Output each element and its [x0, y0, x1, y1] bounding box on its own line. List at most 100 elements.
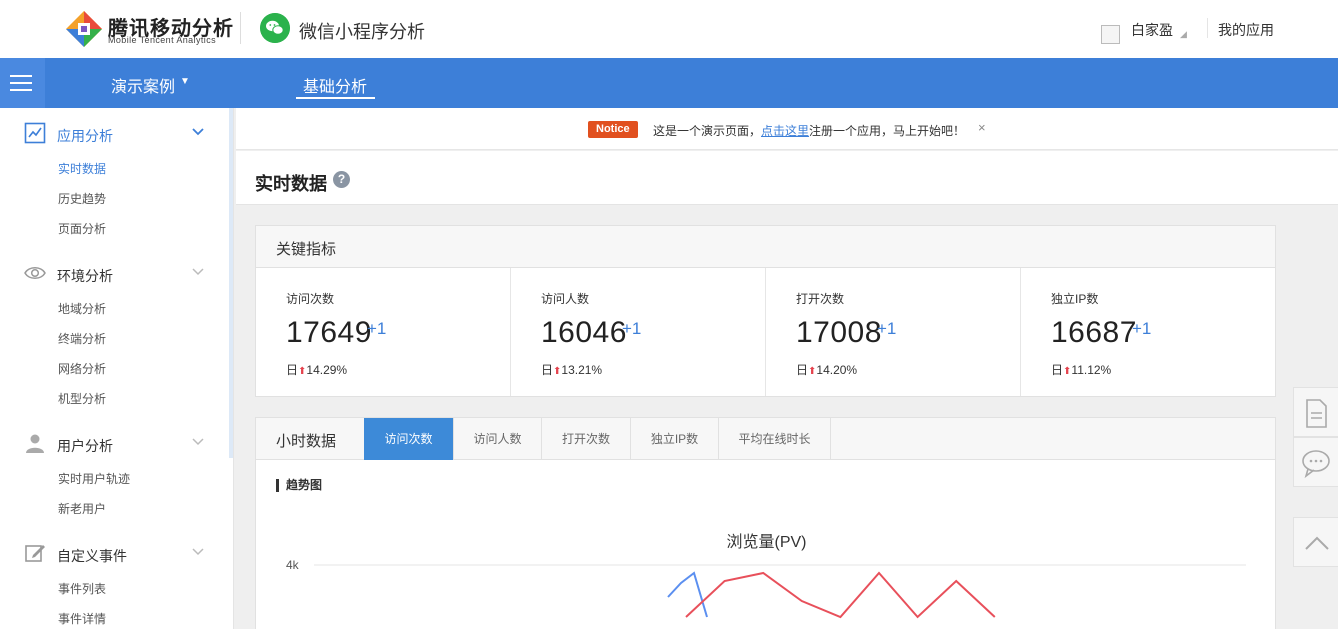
sidebar-section-env-analysis[interactable]: 环境分析: [0, 258, 229, 286]
metric-rate-value: 11.12%: [1071, 363, 1112, 377]
metric-label: 打开次数: [796, 292, 845, 306]
hamburger-line: [10, 89, 32, 91]
metric-rate-value: 14.20%: [816, 363, 858, 377]
user-divider: [1207, 18, 1208, 38]
metric-unique-ip: 独立IP数 16687 +1 日⬆11.12%: [1021, 268, 1276, 396]
close-icon[interactable]: ×: [978, 120, 986, 135]
pv-line-chart: 4k: [286, 558, 1246, 619]
metric-opens: 打开次数 17008 +1 日⬆14.20%: [766, 268, 1021, 396]
metric-rate: 日⬆14.20%: [796, 361, 857, 378]
page-header: 实时数据 ?: [236, 151, 1338, 205]
nav-demo-cases[interactable]: 演示案例: [111, 73, 175, 97]
sidebar-item-terminal[interactable]: 终端分析: [58, 330, 106, 347]
user-caret-icon[interactable]: ◢: [1180, 29, 1187, 40]
sidebar-section-label: 自定义事件: [57, 548, 127, 564]
brand-subtitle: Mobile Tencent Analytics: [108, 35, 216, 45]
sidebar-section-label: 环境分析: [57, 268, 113, 284]
page-title: 实时数据: [255, 174, 327, 194]
sidebar-section-label: 用户分析: [57, 438, 113, 454]
hourly-tabs: 小时数据 访问次数 访问人数 打开次数 独立IP数 平均在线时长: [256, 418, 1275, 460]
notice-badge: Notice: [588, 121, 638, 138]
eye-icon: [24, 267, 46, 279]
my-apps-link[interactable]: 我的应用: [1218, 20, 1274, 40]
avatar[interactable]: [1101, 25, 1120, 44]
help-icon[interactable]: ?: [333, 171, 350, 188]
back-to-top-button[interactable]: [1293, 517, 1338, 567]
sidebar-scrollbar[interactable]: [229, 108, 233, 458]
document-icon: [1306, 399, 1327, 428]
sidebar: 应用分析 实时数据 历史趋势 页面分析 环境分析 地域分析 终端分析 网络分析 …: [0, 108, 234, 629]
chat-icon: [1302, 450, 1330, 479]
tencent-analytics-logo[interactable]: [64, 9, 104, 49]
tab-visitors[interactable]: 访问人数: [454, 418, 542, 460]
sidebar-section-app-analysis[interactable]: 应用分析: [0, 118, 229, 146]
metric-label: 访问人数: [541, 292, 590, 306]
chevron-up-icon: [1305, 536, 1329, 550]
top-header: 腾讯移动分析 Mobile Tencent Analytics 微信小程序分析 …: [0, 0, 1338, 58]
nav-basic-analysis[interactable]: 基础分析: [303, 73, 367, 97]
metric-value: 17649: [286, 316, 372, 349]
user-name[interactable]: 白家盈: [1131, 20, 1173, 40]
notice-text-after: 注册一个应用，马上开始吧！: [809, 124, 966, 138]
wechat-icon: [260, 13, 290, 43]
metric-rate-prefix: 日: [541, 363, 554, 377]
line-chart-icon: [24, 122, 46, 144]
tab-visits[interactable]: 访问次数: [364, 418, 454, 460]
metric-visitors: 访问人数 16046 +1 日⬆13.21%: [511, 268, 766, 396]
sidebar-item-device-model[interactable]: 机型分析: [58, 390, 106, 407]
sidebar-item-event-list[interactable]: 事件列表: [58, 580, 106, 597]
notice-text-before: 这是一个演示页面，: [653, 124, 762, 138]
chevron-down-icon[interactable]: [190, 124, 206, 140]
sidebar-item-user-trace[interactable]: 实时用户轨迹: [58, 470, 130, 487]
key-metrics-header: 关键指标: [256, 226, 1275, 268]
sidebar-item-new-old-users[interactable]: 新老用户: [58, 500, 106, 517]
metric-rate-value: 14.29%: [306, 363, 348, 377]
sidebar-section-custom-events[interactable]: 自定义事件: [0, 538, 229, 566]
header-divider: [240, 12, 241, 44]
chevron-down-icon[interactable]: [190, 264, 206, 280]
key-metrics-card: 关键指标 访问次数 17649 +1 日⬆14.29% 访问人数 16046 +…: [255, 225, 1276, 397]
metric-rate: 日⬆13.21%: [541, 361, 602, 378]
notice-register-link[interactable]: 点击这里: [761, 124, 809, 138]
tab-opens[interactable]: 打开次数: [542, 418, 631, 460]
hourly-title: 小时数据: [276, 433, 337, 450]
sidebar-section-user-analysis[interactable]: 用户分析: [0, 428, 229, 456]
chat-tool-button[interactable]: [1293, 437, 1338, 487]
key-metrics-title: 关键指标: [276, 241, 337, 258]
chevron-down-icon[interactable]: [190, 434, 206, 450]
sidebar-item-page-analysis[interactable]: 页面分析: [58, 220, 106, 237]
metric-value: 17008: [796, 316, 882, 349]
trend-chart-title: 趋势图: [276, 479, 322, 492]
sidebar-item-event-detail[interactable]: 事件详情: [58, 610, 106, 627]
notice-bar: Notice 这是一个演示页面，点击这里注册一个应用，马上开始吧！ ×: [236, 108, 1338, 150]
sidebar-item-region[interactable]: 地域分析: [58, 300, 106, 317]
sidebar-item-network[interactable]: 网络分析: [58, 360, 106, 377]
hamburger-line: [10, 75, 32, 77]
metric-visits: 访问次数 17649 +1 日⬆14.29%: [256, 268, 511, 396]
menu-toggle-button[interactable]: [0, 58, 45, 108]
nav-active-indicator: [296, 97, 375, 99]
metric-delta: +1: [367, 319, 387, 338]
document-tool-button[interactable]: [1293, 387, 1338, 437]
user-icon: [26, 434, 44, 453]
metric-rate-prefix: 日: [286, 363, 299, 377]
metric-rate: 日⬆14.29%: [286, 361, 347, 378]
metric-rate-prefix: 日: [1051, 363, 1064, 377]
notice-text: 这是一个演示页面，点击这里注册一个应用，马上开始吧！: [653, 122, 965, 139]
sidebar-item-realtime[interactable]: 实时数据: [58, 160, 106, 177]
metric-label: 独立IP数: [1051, 292, 1099, 306]
metric-label: 访问次数: [286, 292, 335, 306]
edit-icon: [25, 545, 45, 562]
hamburger-line: [10, 82, 32, 84]
metric-rate-value: 13.21%: [561, 363, 603, 377]
metric-value: 16687: [1051, 316, 1137, 349]
tab-unique-ip[interactable]: 独立IP数: [631, 418, 719, 460]
chevron-down-icon[interactable]: [190, 544, 206, 560]
sidebar-item-history-trend[interactable]: 历史趋势: [58, 190, 106, 207]
hourly-data-card: 小时数据 访问次数 访问人数 打开次数 独立IP数 平均在线时长 趋势图 浏览量…: [255, 417, 1276, 629]
sidebar-section-label: 应用分析: [57, 128, 113, 144]
y-tick-label: 4k: [286, 558, 300, 572]
chevron-down-icon[interactable]: ▼: [180, 76, 190, 87]
tab-avg-online-time[interactable]: 平均在线时长: [719, 418, 831, 460]
series-line-2: [685, 571, 996, 619]
